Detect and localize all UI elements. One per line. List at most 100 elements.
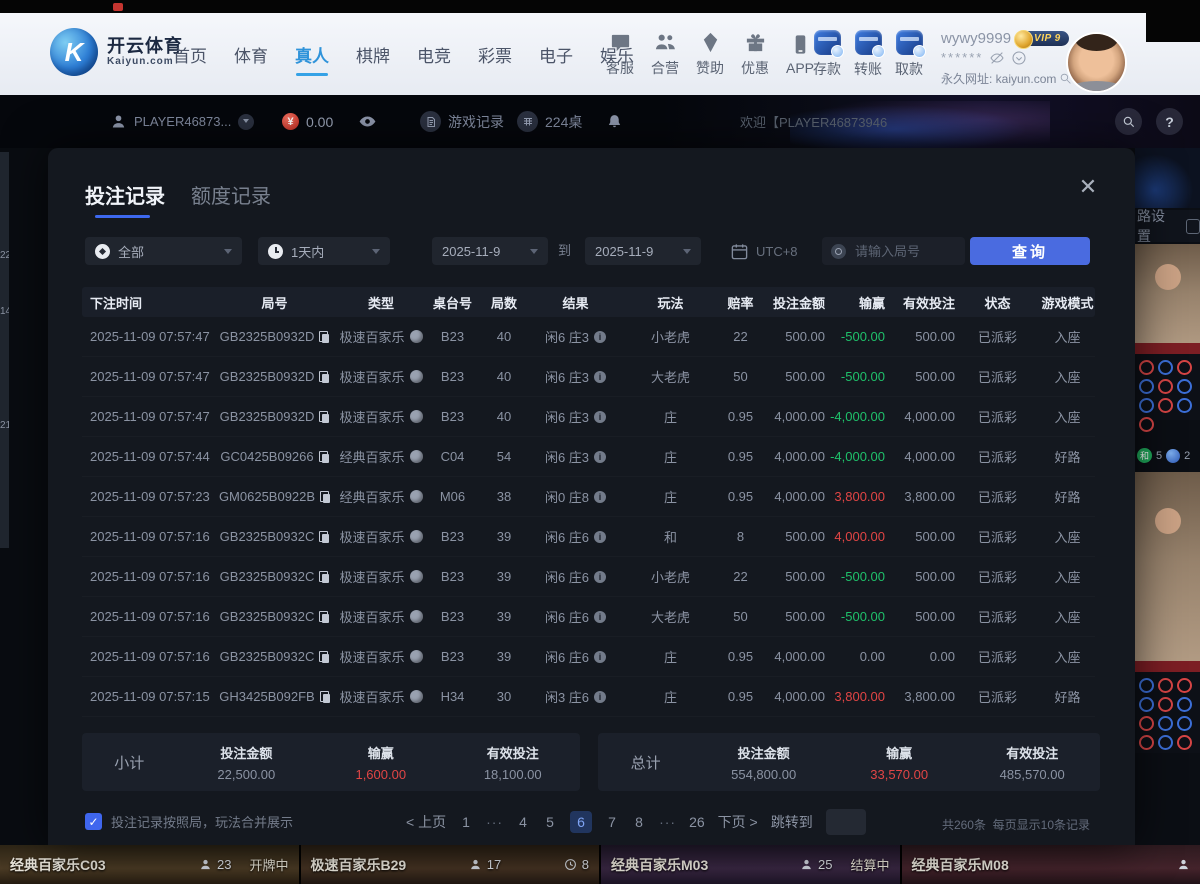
客服-button[interactable]: 客服 xyxy=(606,31,634,78)
game-type-dropdown[interactable]: 全部 xyxy=(85,237,242,265)
player-menu[interactable]: PLAYER46873... xyxy=(110,95,254,148)
copy-icon[interactable] xyxy=(320,491,330,503)
tables-count-button[interactable]: 224桌 xyxy=(517,95,582,148)
赞助-button[interactable]: 赞助 xyxy=(696,31,724,78)
table-tile-经典百家乐M03[interactable]: 经典百家乐M0325结算中 xyxy=(601,845,900,884)
card-transfer-button[interactable]: 转账 xyxy=(854,30,882,79)
dealer-video-1[interactable] xyxy=(1135,244,1200,354)
card-withdraw-button[interactable]: 取款 xyxy=(895,30,923,79)
info-icon[interactable]: i xyxy=(594,651,606,663)
card-withdraw-icon xyxy=(896,30,923,55)
copy-icon[interactable] xyxy=(319,411,329,423)
help-button[interactable]: ? xyxy=(1156,95,1183,148)
info-icon[interactable]: i xyxy=(594,611,606,623)
game-type-value: 全部 xyxy=(118,242,144,261)
info-icon[interactable]: i xyxy=(594,371,606,383)
caret-down-icon xyxy=(372,249,380,254)
next-page-button[interactable]: 下页 > xyxy=(718,812,758,832)
info-icon[interactable]: i xyxy=(594,571,606,583)
nav-item-棋牌[interactable]: 棋牌 xyxy=(356,42,390,67)
page-1-button[interactable]: 1 xyxy=(459,814,473,830)
date-to-value: 2025-11-9 xyxy=(595,244,653,259)
total-panel: 总计 投注金额554,800.00 输赢33,570.00 有效投注485,57… xyxy=(598,733,1100,791)
copy-icon[interactable] xyxy=(319,571,329,583)
table-name: 极速百家乐B29 xyxy=(311,855,407,875)
table-tile-极速百家乐B29[interactable]: 极速百家乐B29178 xyxy=(301,845,600,884)
road-settings-bar[interactable]: 路设置 xyxy=(1135,210,1200,242)
timezone-toggle[interactable]: UTC+8 xyxy=(730,237,798,265)
username[interactable]: wywy9999 xyxy=(941,30,1011,47)
page-7-button[interactable]: 7 xyxy=(605,814,619,830)
info-icon[interactable]: i xyxy=(594,451,606,463)
合营-button[interactable]: 合营 xyxy=(651,31,679,78)
copy-icon[interactable] xyxy=(319,371,329,383)
page-6-button[interactable]: 6 xyxy=(570,811,592,833)
user-avatar[interactable] xyxy=(1068,34,1125,91)
dealer-video-2[interactable] xyxy=(1135,472,1200,672)
date-to-picker[interactable]: 2025-11-9 xyxy=(585,237,701,265)
info-icon[interactable]: i xyxy=(594,531,606,543)
eye-off-icon[interactable] xyxy=(989,50,1005,66)
info-icon[interactable]: i xyxy=(594,331,606,343)
cell-type: 极速百家乐 xyxy=(337,367,425,386)
优惠-button[interactable]: 优惠 xyxy=(741,31,769,78)
toggle-balance-visibility[interactable] xyxy=(358,95,377,148)
date-from-picker[interactable]: 2025-11-9 xyxy=(432,237,548,265)
cell-odds: 8 xyxy=(718,529,763,544)
cell-play: 和 xyxy=(623,527,718,546)
page-5-button[interactable]: 5 xyxy=(543,814,557,830)
cell-table: B23 xyxy=(425,409,480,424)
page-4-button[interactable]: 4 xyxy=(516,814,530,830)
subtotal-bet-amount: 22,500.00 xyxy=(177,767,316,782)
jump-page-input[interactable] xyxy=(826,809,866,835)
search-button[interactable] xyxy=(1115,95,1142,148)
card-deposit-button[interactable]: 存款 xyxy=(813,30,841,79)
round-id-input[interactable] xyxy=(853,243,956,260)
nav-item-彩票[interactable]: 彩票 xyxy=(478,42,512,67)
page-26-button[interactable]: 26 xyxy=(689,814,705,830)
time-range-dropdown[interactable]: 1天内 xyxy=(258,237,390,265)
player-road-dot xyxy=(1177,379,1192,394)
cell-table: B23 xyxy=(425,649,480,664)
promo-image-fragment xyxy=(1135,148,1200,208)
game-records-button[interactable]: 游戏记录 xyxy=(420,95,504,148)
prev-page-button[interactable]: < 上页 xyxy=(406,812,446,832)
tab-bet-records[interactable]: 投注记录 xyxy=(85,180,165,218)
cell-valid-bet: 4,000.00 xyxy=(885,409,955,424)
close-icon[interactable]: ✕ xyxy=(1077,176,1099,198)
nav-item-体育[interactable]: 体育 xyxy=(234,42,268,67)
copy-icon[interactable] xyxy=(320,691,330,703)
cell-result: 闲6 庄3i xyxy=(528,327,623,346)
copy-icon[interactable] xyxy=(319,531,329,543)
copy-icon[interactable] xyxy=(319,611,329,623)
chevron-down-circle-icon[interactable] xyxy=(1011,50,1027,66)
nav-item-真人[interactable]: 真人 xyxy=(295,42,329,67)
copy-icon[interactable] xyxy=(319,331,329,343)
info-icon[interactable]: i xyxy=(594,691,606,703)
cell-winloss: -4,000.00 xyxy=(825,409,885,424)
table-tile-经典百家乐M08[interactable]: 经典百家乐M08 xyxy=(902,845,1200,884)
copy-icon[interactable] xyxy=(319,451,329,463)
right-edge-panel: 路设置 和 5 2 xyxy=(1135,148,1200,845)
info-icon[interactable]: i xyxy=(594,491,606,503)
cell-odds: 0.95 xyxy=(718,409,763,424)
nav-item-电子[interactable]: 电子 xyxy=(539,42,573,67)
tab-quota-records[interactable]: 额度记录 xyxy=(191,180,271,218)
balance-display[interactable]: ¥ 0.00 xyxy=(282,95,333,148)
copy-icon[interactable] xyxy=(319,651,329,663)
info-icon[interactable]: i xyxy=(594,411,606,423)
merge-checkbox[interactable]: ✓ xyxy=(85,813,102,830)
notifications-button[interactable] xyxy=(606,95,623,148)
app-button[interactable]: APP xyxy=(786,33,814,76)
nav-item-电竞[interactable]: 电竞 xyxy=(417,42,451,67)
table-tile-经典百家乐C03[interactable]: 经典百家乐C0323开牌中 xyxy=(0,845,299,884)
player-road-dot xyxy=(1177,398,1192,413)
banker-road-dot xyxy=(1139,417,1154,432)
cell-mode: 入座 xyxy=(1040,327,1095,346)
player-count: 2 xyxy=(1184,450,1190,462)
query-button[interactable]: 查询 xyxy=(970,237,1090,265)
cell-result: 闲6 庄3i xyxy=(528,407,623,426)
kaiyun-logo[interactable]: K 开云体育 Kaiyun.com xyxy=(50,28,183,76)
nav-item-首页[interactable]: 首页 xyxy=(173,42,207,67)
page-8-button[interactable]: 8 xyxy=(632,814,646,830)
